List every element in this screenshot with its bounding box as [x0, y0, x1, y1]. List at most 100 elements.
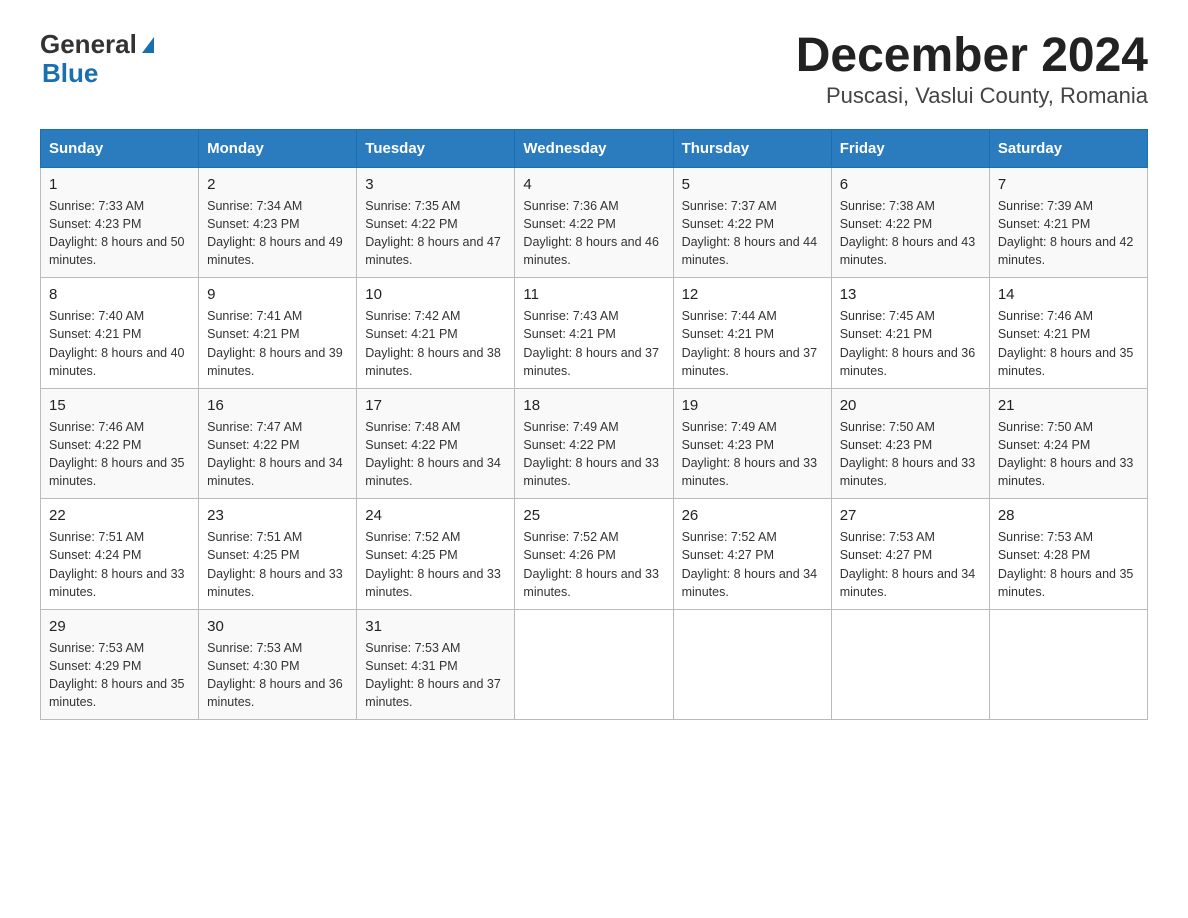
day-number: 3: [365, 176, 506, 193]
week-row-5: 29 Sunrise: 7:53 AMSunset: 4:29 PMDaylig…: [41, 609, 1148, 720]
day-number: 26: [682, 507, 823, 524]
day-info: Sunrise: 7:51 AMSunset: 4:24 PMDaylight:…: [49, 528, 190, 601]
day-number: 19: [682, 397, 823, 414]
calendar-cell: 21 Sunrise: 7:50 AMSunset: 4:24 PMDaylig…: [989, 388, 1147, 499]
day-info: Sunrise: 7:53 AMSunset: 4:29 PMDaylight:…: [49, 639, 190, 712]
day-number: 12: [682, 286, 823, 303]
calendar-cell: 30 Sunrise: 7:53 AMSunset: 4:30 PMDaylig…: [199, 609, 357, 720]
day-info: Sunrise: 7:43 AMSunset: 4:21 PMDaylight:…: [523, 307, 664, 380]
calendar-cell: 7 Sunrise: 7:39 AMSunset: 4:21 PMDayligh…: [989, 167, 1147, 278]
logo-general-text: General: [40, 30, 137, 59]
calendar-cell: 20 Sunrise: 7:50 AMSunset: 4:23 PMDaylig…: [831, 388, 989, 499]
day-info: Sunrise: 7:50 AMSunset: 4:24 PMDaylight:…: [998, 418, 1139, 491]
day-info: Sunrise: 7:52 AMSunset: 4:25 PMDaylight:…: [365, 528, 506, 601]
page-header: General Blue December 2024 Puscasi, Vasl…: [40, 30, 1148, 109]
calendar-cell: 19 Sunrise: 7:49 AMSunset: 4:23 PMDaylig…: [673, 388, 831, 499]
calendar-cell: 16 Sunrise: 7:47 AMSunset: 4:22 PMDaylig…: [199, 388, 357, 499]
column-header-sunday: Sunday: [41, 129, 199, 167]
day-number: 31: [365, 618, 506, 635]
day-number: 1: [49, 176, 190, 193]
calendar-cell: [989, 609, 1147, 720]
day-number: 13: [840, 286, 981, 303]
day-number: 14: [998, 286, 1139, 303]
column-header-saturday: Saturday: [989, 129, 1147, 167]
calendar-cell: 31 Sunrise: 7:53 AMSunset: 4:31 PMDaylig…: [357, 609, 515, 720]
day-info: Sunrise: 7:34 AMSunset: 4:23 PMDaylight:…: [207, 197, 348, 270]
day-number: 27: [840, 507, 981, 524]
calendar-cell: 12 Sunrise: 7:44 AMSunset: 4:21 PMDaylig…: [673, 278, 831, 389]
day-info: Sunrise: 7:50 AMSunset: 4:23 PMDaylight:…: [840, 418, 981, 491]
calendar-cell: 27 Sunrise: 7:53 AMSunset: 4:27 PMDaylig…: [831, 499, 989, 610]
day-info: Sunrise: 7:46 AMSunset: 4:22 PMDaylight:…: [49, 418, 190, 491]
day-number: 9: [207, 286, 348, 303]
calendar-cell: 23 Sunrise: 7:51 AMSunset: 4:25 PMDaylig…: [199, 499, 357, 610]
week-row-1: 1 Sunrise: 7:33 AMSunset: 4:23 PMDayligh…: [41, 167, 1148, 278]
calendar-table: SundayMondayTuesdayWednesdayThursdayFrid…: [40, 129, 1148, 721]
day-info: Sunrise: 7:49 AMSunset: 4:23 PMDaylight:…: [682, 418, 823, 491]
calendar-cell: 13 Sunrise: 7:45 AMSunset: 4:21 PMDaylig…: [831, 278, 989, 389]
calendar-cell: 11 Sunrise: 7:43 AMSunset: 4:21 PMDaylig…: [515, 278, 673, 389]
day-number: 22: [49, 507, 190, 524]
calendar-cell: 14 Sunrise: 7:46 AMSunset: 4:21 PMDaylig…: [989, 278, 1147, 389]
logo: General Blue: [40, 30, 154, 87]
calendar-cell: 15 Sunrise: 7:46 AMSunset: 4:22 PMDaylig…: [41, 388, 199, 499]
day-info: Sunrise: 7:51 AMSunset: 4:25 PMDaylight:…: [207, 528, 348, 601]
week-row-2: 8 Sunrise: 7:40 AMSunset: 4:21 PMDayligh…: [41, 278, 1148, 389]
day-number: 25: [523, 507, 664, 524]
column-header-thursday: Thursday: [673, 129, 831, 167]
page-subtitle: Puscasi, Vaslui County, Romania: [796, 83, 1148, 109]
calendar-cell: 1 Sunrise: 7:33 AMSunset: 4:23 PMDayligh…: [41, 167, 199, 278]
calendar-cell: [831, 609, 989, 720]
day-info: Sunrise: 7:44 AMSunset: 4:21 PMDaylight:…: [682, 307, 823, 380]
day-number: 21: [998, 397, 1139, 414]
day-number: 20: [840, 397, 981, 414]
day-info: Sunrise: 7:53 AMSunset: 4:27 PMDaylight:…: [840, 528, 981, 601]
day-number: 8: [49, 286, 190, 303]
day-number: 28: [998, 507, 1139, 524]
calendar-cell: 4 Sunrise: 7:36 AMSunset: 4:22 PMDayligh…: [515, 167, 673, 278]
day-info: Sunrise: 7:33 AMSunset: 4:23 PMDaylight:…: [49, 197, 190, 270]
day-number: 5: [682, 176, 823, 193]
page-title: December 2024: [796, 30, 1148, 83]
column-header-tuesday: Tuesday: [357, 129, 515, 167]
day-info: Sunrise: 7:37 AMSunset: 4:22 PMDaylight:…: [682, 197, 823, 270]
calendar-cell: 29 Sunrise: 7:53 AMSunset: 4:29 PMDaylig…: [41, 609, 199, 720]
title-block: December 2024 Puscasi, Vaslui County, Ro…: [796, 30, 1148, 109]
calendar-cell: 6 Sunrise: 7:38 AMSunset: 4:22 PMDayligh…: [831, 167, 989, 278]
calendar-cell: 25 Sunrise: 7:52 AMSunset: 4:26 PMDaylig…: [515, 499, 673, 610]
calendar-cell: 17 Sunrise: 7:48 AMSunset: 4:22 PMDaylig…: [357, 388, 515, 499]
calendar-cell: 28 Sunrise: 7:53 AMSunset: 4:28 PMDaylig…: [989, 499, 1147, 610]
calendar-cell: 5 Sunrise: 7:37 AMSunset: 4:22 PMDayligh…: [673, 167, 831, 278]
day-number: 29: [49, 618, 190, 635]
day-info: Sunrise: 7:46 AMSunset: 4:21 PMDaylight:…: [998, 307, 1139, 380]
day-info: Sunrise: 7:53 AMSunset: 4:28 PMDaylight:…: [998, 528, 1139, 601]
column-header-wednesday: Wednesday: [515, 129, 673, 167]
calendar-body: 1 Sunrise: 7:33 AMSunset: 4:23 PMDayligh…: [41, 167, 1148, 720]
day-info: Sunrise: 7:48 AMSunset: 4:22 PMDaylight:…: [365, 418, 506, 491]
day-number: 15: [49, 397, 190, 414]
column-header-friday: Friday: [831, 129, 989, 167]
calendar-header: SundayMondayTuesdayWednesdayThursdayFrid…: [41, 129, 1148, 167]
calendar-cell: 9 Sunrise: 7:41 AMSunset: 4:21 PMDayligh…: [199, 278, 357, 389]
day-info: Sunrise: 7:42 AMSunset: 4:21 PMDaylight:…: [365, 307, 506, 380]
day-info: Sunrise: 7:41 AMSunset: 4:21 PMDaylight:…: [207, 307, 348, 380]
day-number: 24: [365, 507, 506, 524]
day-info: Sunrise: 7:40 AMSunset: 4:21 PMDaylight:…: [49, 307, 190, 380]
logo-blue-text: Blue: [42, 59, 154, 88]
day-info: Sunrise: 7:49 AMSunset: 4:22 PMDaylight:…: [523, 418, 664, 491]
day-number: 30: [207, 618, 348, 635]
week-row-3: 15 Sunrise: 7:46 AMSunset: 4:22 PMDaylig…: [41, 388, 1148, 499]
day-number: 18: [523, 397, 664, 414]
day-info: Sunrise: 7:38 AMSunset: 4:22 PMDaylight:…: [840, 197, 981, 270]
column-header-monday: Monday: [199, 129, 357, 167]
day-number: 16: [207, 397, 348, 414]
day-info: Sunrise: 7:35 AMSunset: 4:22 PMDaylight:…: [365, 197, 506, 270]
day-info: Sunrise: 7:39 AMSunset: 4:21 PMDaylight:…: [998, 197, 1139, 270]
day-number: 4: [523, 176, 664, 193]
day-number: 11: [523, 286, 664, 303]
day-info: Sunrise: 7:36 AMSunset: 4:22 PMDaylight:…: [523, 197, 664, 270]
calendar-cell: 3 Sunrise: 7:35 AMSunset: 4:22 PMDayligh…: [357, 167, 515, 278]
calendar-cell: 18 Sunrise: 7:49 AMSunset: 4:22 PMDaylig…: [515, 388, 673, 499]
day-number: 7: [998, 176, 1139, 193]
day-info: Sunrise: 7:45 AMSunset: 4:21 PMDaylight:…: [840, 307, 981, 380]
